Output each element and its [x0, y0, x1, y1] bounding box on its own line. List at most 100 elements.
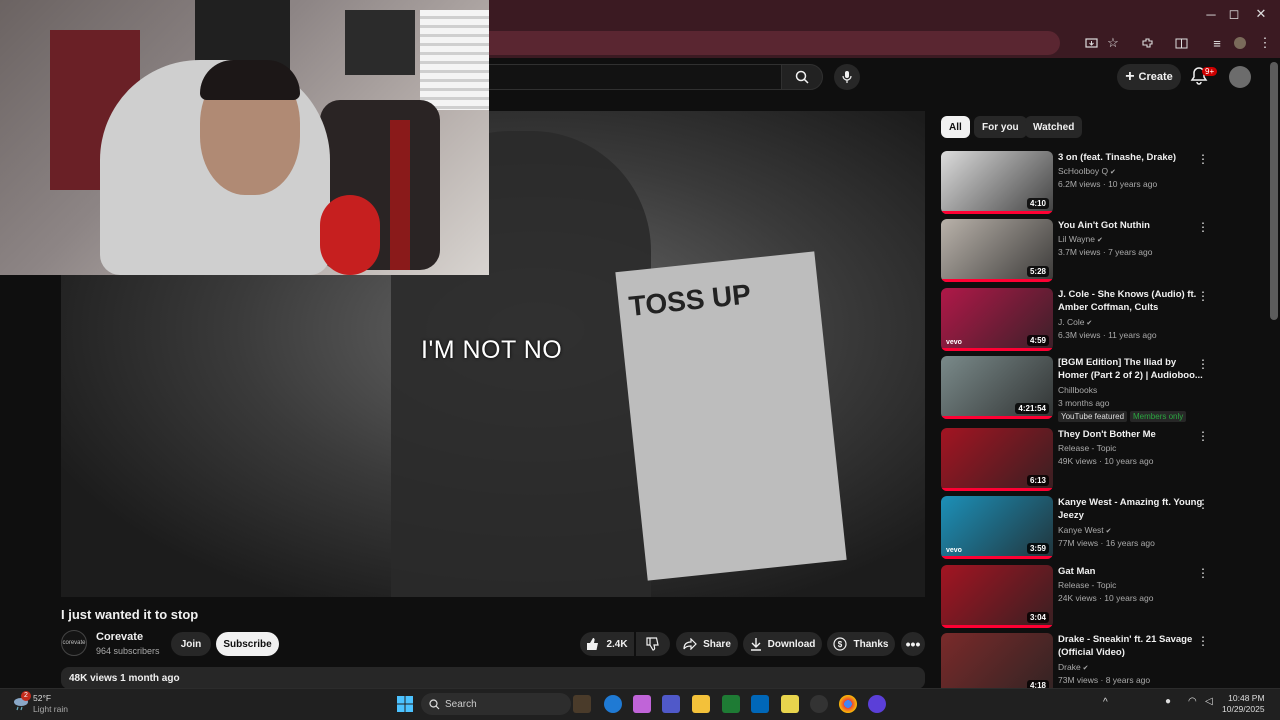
- recommendation-channel[interactable]: Release - Topic: [1058, 580, 1116, 590]
- more-options-icon[interactable]: ⋮: [1197, 153, 1209, 167]
- recommendation-item[interactable]: 5:28 You Ain't Got Nuthin Lil Wayne ✔ 3.7M …: [941, 219, 1231, 282]
- weather-text: 52°F Light rain: [33, 693, 68, 715]
- recommendation-channel[interactable]: Kanye West ✔: [1058, 525, 1111, 535]
- thanks-button[interactable]: $ Thanks: [827, 632, 895, 656]
- recommendation-item[interactable]: 4:21:54 [BGM Edition] The Iliad by Homer …: [941, 356, 1231, 422]
- split-view-icon[interactable]: [1171, 33, 1191, 53]
- dislike-button[interactable]: [636, 632, 670, 656]
- reading-list-icon[interactable]: ≡: [1207, 33, 1227, 53]
- recommendation-channel[interactable]: Lil Wayne ✔: [1058, 234, 1103, 244]
- video-thumbnail[interactable]: 5:28: [941, 219, 1053, 282]
- video-thumbnail[interactable]: 6:13: [941, 428, 1053, 491]
- more-options-icon[interactable]: ⋮: [1197, 358, 1209, 372]
- recommendation-channel[interactable]: ScHoolboy Q ✔: [1058, 166, 1116, 176]
- video-thumbnail[interactable]: 4:10: [941, 151, 1053, 214]
- video-thumbnail[interactable]: 4:59 vevo: [941, 288, 1053, 351]
- recommendation-tags: YouTube featured Members only: [1058, 411, 1189, 422]
- search-button[interactable]: [781, 64, 823, 90]
- recommendation-title[interactable]: Drake - Sneakin' ft. 21 Savage (Official…: [1058, 633, 1203, 659]
- join-button[interactable]: Join: [171, 632, 211, 656]
- bookmark-star-icon[interactable]: ☆: [1103, 33, 1123, 53]
- start-button[interactable]: [397, 696, 413, 712]
- chip-for-you[interactable]: For you: [974, 116, 1027, 138]
- store-icon[interactable]: [751, 695, 769, 713]
- video-thumbnail[interactable]: 3:04: [941, 565, 1053, 628]
- recommendation-meta: 3 months ago: [1058, 398, 1110, 408]
- search-input[interactable]: [470, 64, 782, 90]
- video-thumbnail[interactable]: 4:21:54: [941, 356, 1053, 419]
- download-button[interactable]: Download: [743, 632, 822, 656]
- xbox-icon[interactable]: [722, 695, 740, 713]
- weather-widget[interactable]: 2: [12, 691, 31, 712]
- watch-progress-bar: [941, 348, 1053, 351]
- recommendation-channel[interactable]: Drake ✔: [1058, 662, 1089, 672]
- thumbs-up-icon: [587, 638, 599, 650]
- channel-name: Lil Wayne: [1058, 234, 1096, 244]
- browser-menu-icon[interactable]: ⋮: [1255, 33, 1275, 53]
- volume-icon[interactable]: ◁: [1205, 696, 1213, 707]
- chrome-icon[interactable]: [839, 695, 857, 713]
- chip-watched[interactable]: Watched: [1025, 116, 1083, 138]
- app-icon[interactable]: [781, 695, 799, 713]
- voice-search-button[interactable]: [834, 64, 860, 90]
- recommendation-item[interactable]: 4:10 3 on (feat. Tinashe, Drake) ScHoolboy…: [941, 151, 1231, 214]
- more-options-icon[interactable]: ⋮: [1197, 635, 1209, 649]
- extensions-icon[interactable]: [1137, 33, 1157, 53]
- recommendation-title[interactable]: 3 on (feat. Tinashe, Drake): [1058, 151, 1203, 164]
- recommendation-title[interactable]: Gat Man: [1058, 565, 1203, 578]
- recommendation-channel[interactable]: Chillbooks: [1058, 385, 1097, 395]
- video-thumbnail[interactable]: 4:18: [941, 633, 1053, 696]
- watch-progress-bar: [941, 556, 1053, 559]
- taskbar-search[interactable]: Search: [421, 693, 571, 715]
- recommendation-title[interactable]: J. Cole - She Knows (Audio) ft. Amber Co…: [1058, 288, 1203, 314]
- video-thumbnail[interactable]: 3:59 vevo: [941, 496, 1053, 559]
- recommendation-item[interactable]: 4:18 Drake - Sneakin' ft. 21 Savage (Offi…: [941, 633, 1231, 696]
- maximize-button[interactable]: ◻: [1219, 4, 1249, 24]
- poster-title: TOSS UP: [627, 278, 753, 322]
- like-button[interactable]: 2.4K: [580, 632, 634, 656]
- more-options-icon[interactable]: ⋮: [1197, 567, 1209, 581]
- recommendation-channel[interactable]: J. Cole ✔: [1058, 317, 1092, 327]
- edge-browser-icon[interactable]: [604, 695, 622, 713]
- recommendation-title[interactable]: You Ain't Got Nuthin: [1058, 219, 1203, 232]
- more-options-icon[interactable]: ⋮: [1197, 221, 1209, 235]
- share-button[interactable]: Share: [676, 632, 738, 656]
- recommendation-title[interactable]: [BGM Edition] The Iliad by Homer (Part 2…: [1058, 356, 1203, 382]
- teams-icon[interactable]: [662, 695, 680, 713]
- more-options-icon[interactable]: ⋮: [1197, 290, 1209, 304]
- task-view-icon[interactable]: [573, 695, 591, 713]
- recommendation-item[interactable]: 4:59 vevo J. Cole - She Knows (Audio) ft. …: [941, 288, 1231, 351]
- app-circle-icon[interactable]: [868, 695, 886, 713]
- copilot-icon[interactable]: [633, 695, 651, 713]
- microphone-icon: [842, 71, 852, 83]
- recommendation-title[interactable]: They Don't Bother Me: [1058, 428, 1203, 441]
- description-box[interactable]: 48K views 1 month ago: [61, 667, 925, 689]
- recommendation-item[interactable]: 6:13 They Don't Bother Me Release - Topic 4…: [941, 428, 1231, 491]
- close-button[interactable]: ✕: [1246, 4, 1276, 24]
- profile-icon[interactable]: [1230, 33, 1250, 53]
- channel-avatar[interactable]: corevate: [61, 630, 87, 656]
- more-options-icon[interactable]: ⋮: [1197, 430, 1209, 444]
- recommendation-channel[interactable]: Release - Topic: [1058, 443, 1116, 453]
- channel-name[interactable]: Corevate: [96, 631, 143, 643]
- vevo-logo: vevo: [946, 547, 962, 554]
- account-avatar[interactable]: [1229, 66, 1251, 88]
- chevron-up-icon[interactable]: ^: [1103, 697, 1108, 708]
- share-label: Share: [703, 638, 731, 650]
- video-duration: 3:04: [1026, 612, 1049, 623]
- microphone-tray-icon[interactable]: ●: [1165, 696, 1171, 707]
- chip-all[interactable]: All: [941, 116, 970, 138]
- subscribe-button[interactable]: Subscribe: [216, 632, 279, 656]
- file-explorer-icon[interactable]: [692, 695, 710, 713]
- obs-icon[interactable]: [810, 695, 828, 713]
- system-clock[interactable]: 10:48 PM 10/29/2025: [1222, 693, 1265, 715]
- wifi-icon[interactable]: ◠: [1188, 696, 1197, 707]
- more-actions-button[interactable]: •••: [901, 632, 925, 656]
- create-button[interactable]: + Create: [1117, 64, 1181, 90]
- more-options-icon[interactable]: ⋮: [1197, 498, 1209, 512]
- install-app-icon[interactable]: [1081, 33, 1101, 53]
- recommendation-title[interactable]: Kanye West - Amazing ft. Young Jeezy: [1058, 496, 1203, 522]
- recommendation-item[interactable]: 3:04 Gat Man Release - Topic 24K views · 10…: [941, 565, 1231, 628]
- recommendation-item[interactable]: 3:59 vevo Kanye West - Amazing ft. Young J…: [941, 496, 1231, 559]
- page-scrollbar[interactable]: [1270, 62, 1278, 320]
